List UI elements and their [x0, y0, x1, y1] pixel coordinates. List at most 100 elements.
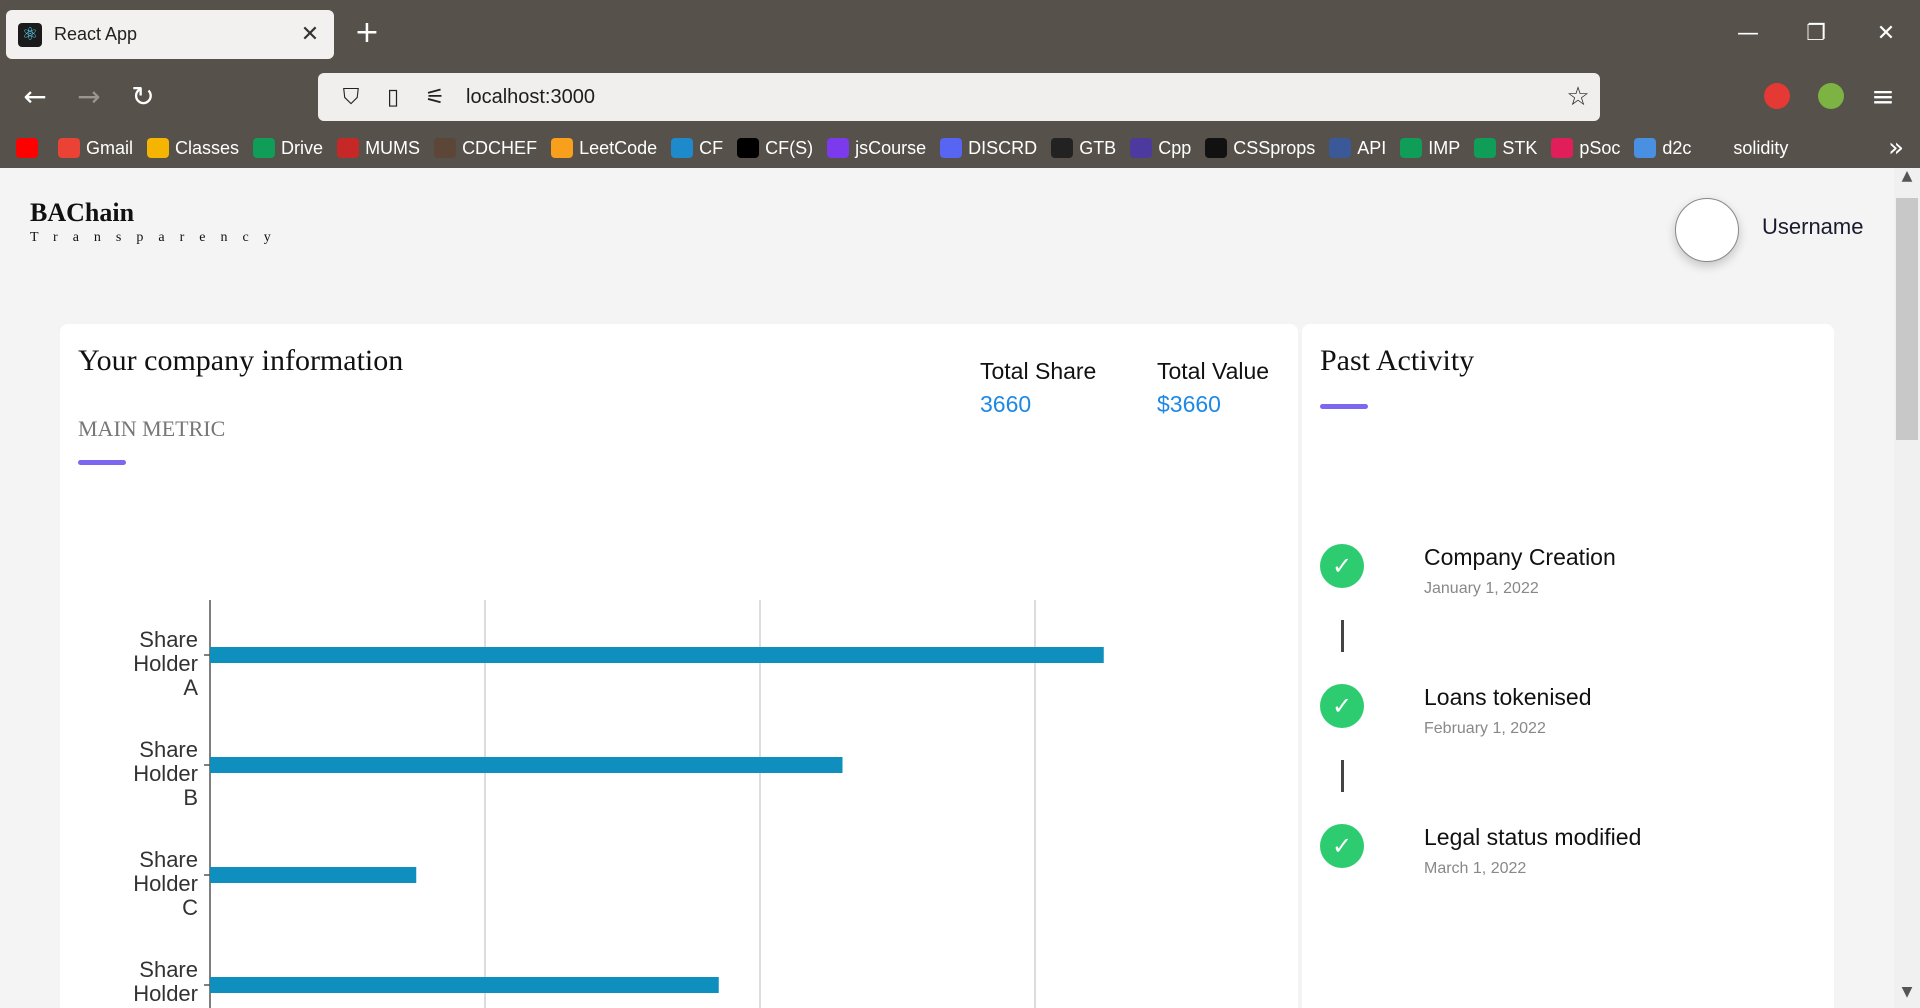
more-bookmarks-icon[interactable]: » — [1888, 128, 1904, 168]
bar — [210, 977, 719, 993]
activity-item-title: Loans tokenised — [1424, 684, 1592, 710]
bookmark-label: STK — [1502, 137, 1538, 158]
total-share-value: 3660 — [980, 391, 1032, 417]
restore-icon[interactable]: ❐ — [1796, 14, 1836, 54]
bookmark-item[interactable]: d2c — [1634, 138, 1691, 159]
permissions-icon[interactable]: ⚟ — [418, 85, 452, 110]
bookmark-item[interactable]: Classes — [147, 138, 239, 159]
brand-name: BAChain — [30, 198, 135, 227]
bookmark-item[interactable]: DISCRD — [940, 138, 1037, 159]
bar — [210, 867, 417, 883]
bookmark-label: Cpp — [1158, 137, 1192, 158]
bookmark-item[interactable] — [16, 138, 44, 158]
forward-arrow-icon[interactable]: → — [68, 76, 110, 118]
codeforces-icon — [671, 138, 694, 158]
y-tick-label: B — [183, 785, 198, 810]
y-tick-label: Holder — [133, 651, 198, 676]
avatar[interactable] — [1675, 198, 1739, 262]
activity-item: ✓ Loans tokenised February 1, 2022 — [1320, 684, 1820, 744]
scroll-up-icon[interactable]: ▲ — [1894, 168, 1920, 192]
activity-item: ✓ Legal status modified March 1, 2022 — [1320, 824, 1820, 884]
bookmark-label: MUMS — [365, 137, 421, 158]
y-tick-label: Share — [139, 847, 198, 872]
username-label[interactable]: Username — [1762, 214, 1863, 240]
drive-icon — [253, 138, 276, 158]
bookmark-item[interactable]: MUMS — [337, 138, 420, 159]
mums-icon — [337, 138, 360, 158]
address-bar[interactable]: ⛉ ▯ ⚟ localhost:3000 ☆ — [318, 73, 1600, 121]
activity-item-title: Company Creation — [1424, 544, 1616, 570]
brand-logo[interactable]: BAChain Transparency — [30, 198, 286, 246]
activity-item-date: February 1, 2022 — [1424, 720, 1546, 737]
plus-extension-icon[interactable] — [1818, 83, 1844, 109]
y-tick-label: Holder — [133, 981, 198, 1006]
scroll-down-icon[interactable]: ▼ — [1894, 984, 1920, 1008]
activity-item-title: Legal status modified — [1424, 824, 1642, 850]
page-content: BAChain Transparency Username Your compa… — [0, 168, 1894, 1008]
metric-underline — [78, 460, 126, 465]
api-icon — [1329, 138, 1352, 158]
bookmark-item[interactable]: solidity — [1705, 138, 1788, 159]
bar — [210, 757, 843, 773]
bookmarks-bar: Gmail Classes Drive MUMS CDCHEF LeetCode CF CF(… — [0, 128, 1920, 168]
close-tab-icon[interactable]: ✕ — [298, 22, 322, 47]
activity-item-date: March 1, 2022 — [1424, 860, 1527, 877]
cssprops-icon — [1205, 138, 1228, 158]
page-scrollbar[interactable]: ▲ ▼ — [1894, 168, 1920, 1008]
card-title: Your company information — [78, 344, 404, 377]
tab-title: React App — [54, 24, 138, 44]
bookmark-item[interactable]: CF — [671, 138, 723, 159]
y-tick-label: Holder — [133, 761, 198, 786]
page-icon[interactable]: ▯ — [376, 85, 410, 110]
minimize-icon[interactable]: — — [1728, 14, 1768, 54]
browser-navbar: ← → ↻ ⛉ ▯ ⚟ localhost:3000 ☆ ≡ — [0, 66, 1920, 128]
company-info-card: Your company information MAIN METRIC Tot… — [60, 324, 1298, 1008]
new-tab-button[interactable]: + — [352, 16, 382, 50]
bookmark-label: d2c — [1662, 137, 1692, 158]
bookmark-star-icon[interactable]: ☆ — [1556, 82, 1600, 112]
bookmark-item[interactable]: jsCourse — [827, 138, 926, 159]
slack-icon — [1551, 138, 1574, 158]
check-circle-icon: ✓ — [1320, 684, 1364, 728]
activity-underline — [1320, 404, 1368, 409]
classroom-icon — [147, 138, 170, 158]
scrollbar-thumb[interactable] — [1896, 198, 1918, 440]
activity-title: Past Activity — [1320, 344, 1475, 377]
bookmark-label: solidity — [1733, 137, 1789, 158]
check-circle-icon: ✓ — [1320, 544, 1364, 588]
brand-tagline: Transparency — [30, 230, 286, 245]
browser-tab[interactable]: ⚛ React App ✕ — [6, 10, 334, 59]
back-arrow-icon[interactable]: ← — [14, 76, 56, 118]
gmail-icon — [58, 138, 80, 158]
shield-icon[interactable]: ⛉ — [334, 85, 368, 110]
total-value-value: $3660 — [1157, 391, 1221, 417]
discord-icon — [940, 138, 963, 158]
sheets-stk-icon — [1474, 138, 1497, 158]
menu-icon[interactable]: ≡ — [1862, 76, 1904, 118]
bookmark-label: CDCHEF — [462, 137, 538, 158]
reload-icon[interactable]: ↻ — [122, 76, 164, 118]
bookmark-item[interactable]: CF(S) — [737, 138, 813, 159]
share-holder-bar-chart: ShareHolderAShareHolderBShareHolderCShar… — [133, 600, 1104, 1008]
bookmark-item[interactable]: GTB — [1051, 138, 1116, 159]
bookmark-item[interactable]: pSoc — [1551, 138, 1620, 159]
timeline-connector — [1341, 620, 1344, 652]
bookmark-item[interactable]: API — [1329, 138, 1386, 159]
react-logo-icon: ⚛ — [18, 22, 42, 47]
bookmark-label: pSoc — [1579, 137, 1621, 158]
bookmark-item[interactable]: CSSprops — [1205, 138, 1315, 159]
bookmark-item[interactable]: Cpp — [1130, 138, 1191, 159]
bookmark-item[interactable]: Gmail — [58, 138, 133, 159]
bookmark-item[interactable]: IMP — [1400, 138, 1460, 159]
close-window-icon[interactable]: ✕ — [1866, 14, 1906, 54]
bookmark-item[interactable]: LeetCode — [551, 138, 657, 159]
activity-item: ✓ Company Creation January 1, 2022 — [1320, 544, 1820, 604]
bookmark-item[interactable]: CDCHEF — [434, 138, 537, 159]
y-tick-label: Holder — [133, 871, 198, 896]
activity-item-date: January 1, 2022 — [1424, 580, 1539, 597]
lock-extension-icon[interactable] — [1764, 83, 1790, 109]
bookmark-item[interactable]: Drive — [253, 138, 323, 159]
total-value-stat: Total Value $3660 — [1157, 358, 1269, 418]
url-text[interactable]: localhost:3000 — [466, 86, 1556, 109]
bookmark-item[interactable]: STK — [1474, 138, 1537, 159]
